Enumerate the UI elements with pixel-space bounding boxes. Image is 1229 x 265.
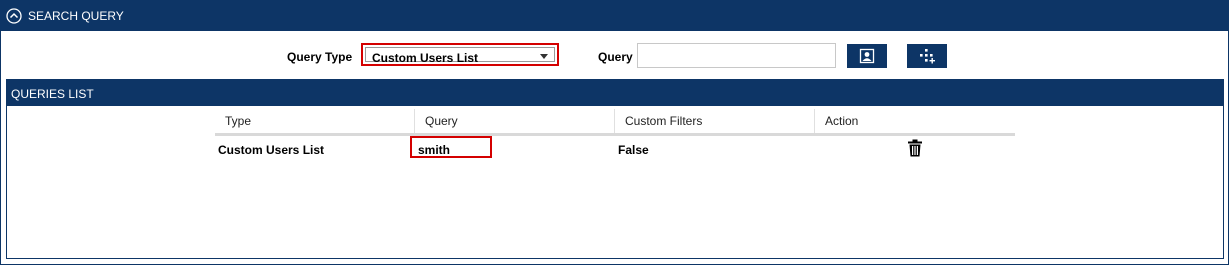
user-search-icon xyxy=(859,48,875,64)
column-header-query[interactable]: Query xyxy=(415,109,615,133)
column-header-custom-filters[interactable]: Custom Filters xyxy=(615,109,815,133)
query-type-select[interactable]: Custom Users List xyxy=(361,43,559,66)
search-query-title: SEARCH QUERY xyxy=(28,9,124,23)
add-query-button[interactable] xyxy=(907,44,947,68)
chevron-down-icon[interactable] xyxy=(540,54,548,59)
query-type-value: Custom Users List xyxy=(372,51,479,65)
row-custom-filters-cell: False xyxy=(618,143,649,157)
column-header-type[interactable]: Type xyxy=(215,109,415,133)
row-type-cell: Custom Users List xyxy=(218,143,325,157)
column-header-action-label: Action xyxy=(825,114,859,128)
collapse-icon[interactable] xyxy=(6,8,22,24)
search-query-header[interactable]: SEARCH QUERY xyxy=(1,1,1228,31)
query-label: Query xyxy=(598,50,633,64)
user-search-button[interactable] xyxy=(847,44,887,68)
query-type-select-inner[interactable]: Custom Users List xyxy=(365,47,555,65)
column-header-type-label: Type xyxy=(225,114,252,128)
column-header-custom-filters-label: Custom Filters xyxy=(625,114,703,128)
column-header-query-label: Query xyxy=(425,114,458,128)
queries-list-title: QUERIES LIST xyxy=(11,87,94,101)
query-input[interactable] xyxy=(637,43,836,68)
column-header-action[interactable]: Action xyxy=(815,109,1015,133)
trash-icon[interactable] xyxy=(907,139,923,157)
query-type-label: Query Type xyxy=(287,50,353,64)
queries-list-header: QUERIES LIST xyxy=(7,80,1223,106)
row-query-cell: smith xyxy=(418,143,451,157)
queries-list-section: QUERIES LIST Type Query Custom Filters A… xyxy=(6,79,1224,259)
table-header-divider xyxy=(215,133,1015,136)
search-query-panel: SEARCH QUERY Query Type Custom Users Lis… xyxy=(0,0,1229,265)
add-nodes-icon xyxy=(920,49,935,64)
